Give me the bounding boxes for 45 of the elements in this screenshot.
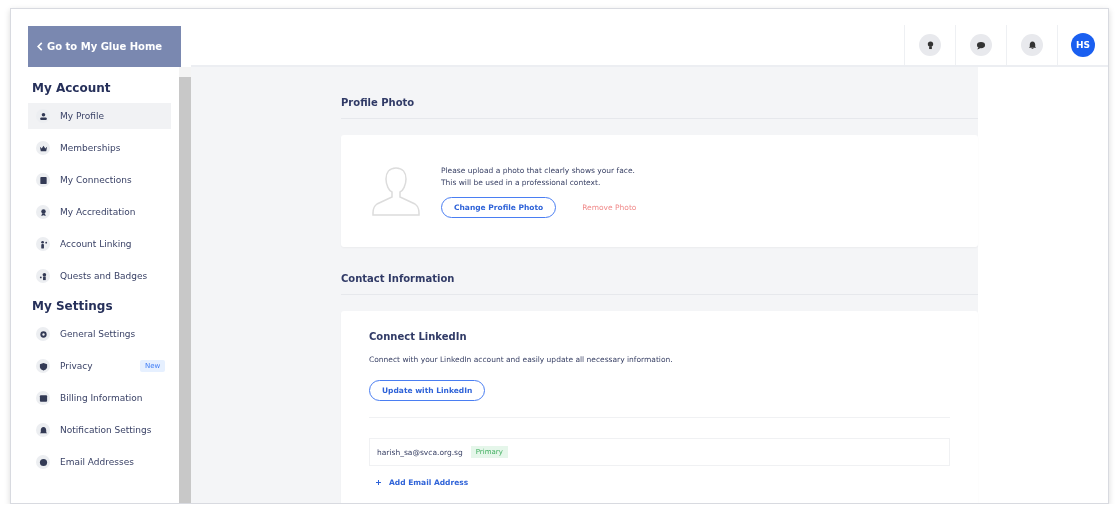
quest-icon xyxy=(38,271,48,281)
mail-icon xyxy=(38,457,48,467)
crown-icon xyxy=(38,143,48,153)
sidebar-item[interactable]: My Connections xyxy=(28,167,172,193)
bell-icon[interactable] xyxy=(1021,34,1043,56)
bill-icon xyxy=(38,393,48,403)
user-avatar[interactable]: HS xyxy=(1071,33,1095,57)
sidebar-item-label: Memberships xyxy=(60,143,121,153)
section-heading: Profile Photo xyxy=(341,97,978,119)
sidebar-item[interactable]: Memberships xyxy=(28,135,172,161)
settings-icon xyxy=(38,329,48,339)
section-heading: Contact Information xyxy=(341,273,978,295)
sidebar-item[interactable]: Billing Information xyxy=(28,385,172,411)
sidebar-item-label: Privacy xyxy=(60,361,93,371)
sidebar-item-label: Quests and Badges xyxy=(60,271,148,281)
person-link-icon xyxy=(38,239,48,249)
section-title: My Account xyxy=(32,81,112,95)
sidebar-item[interactable]: My Accreditation xyxy=(28,199,172,225)
sidebar-item-label: My Accreditation xyxy=(60,207,136,217)
sidebar-item[interactable]: Account Linking xyxy=(28,231,172,257)
sidebar-item[interactable]: General Settings xyxy=(28,321,172,347)
sidebar-item-label: Account Linking xyxy=(60,239,132,249)
sidebar-item-label: My Profile xyxy=(60,111,104,121)
chat-icon[interactable] xyxy=(970,34,992,56)
contact-book-icon xyxy=(38,175,48,185)
card-title: Connect LinkedIn xyxy=(369,331,468,342)
avatar-placeholder-icon xyxy=(371,165,421,217)
sidebar-item[interactable]: My Profile xyxy=(28,103,172,129)
sidebar-item[interactable]: Email Addresses xyxy=(28,449,172,475)
bell-icon xyxy=(38,425,48,435)
plus-icon xyxy=(376,480,381,485)
chevron-left-icon xyxy=(36,42,43,51)
sidebar-item-label: Billing Information xyxy=(60,393,143,403)
sidebar-item-label: Notification Settings xyxy=(60,425,152,435)
section-title: My Settings xyxy=(32,299,114,313)
shield-icon xyxy=(38,361,48,371)
user-icon xyxy=(38,111,48,121)
sidebar-item[interactable]: Quests and Badges xyxy=(28,263,172,289)
sidebar-item-label: Email Addresses xyxy=(60,457,134,467)
award-icon[interactable] xyxy=(919,34,941,56)
badge-icon xyxy=(38,207,48,217)
back-button[interactable]: Go to My Glue Home xyxy=(28,26,181,67)
sidebar-item-label: My Connections xyxy=(60,175,132,185)
sidebar-item-label: General Settings xyxy=(60,329,136,339)
sidebar-item[interactable]: Notification Settings xyxy=(28,417,172,443)
